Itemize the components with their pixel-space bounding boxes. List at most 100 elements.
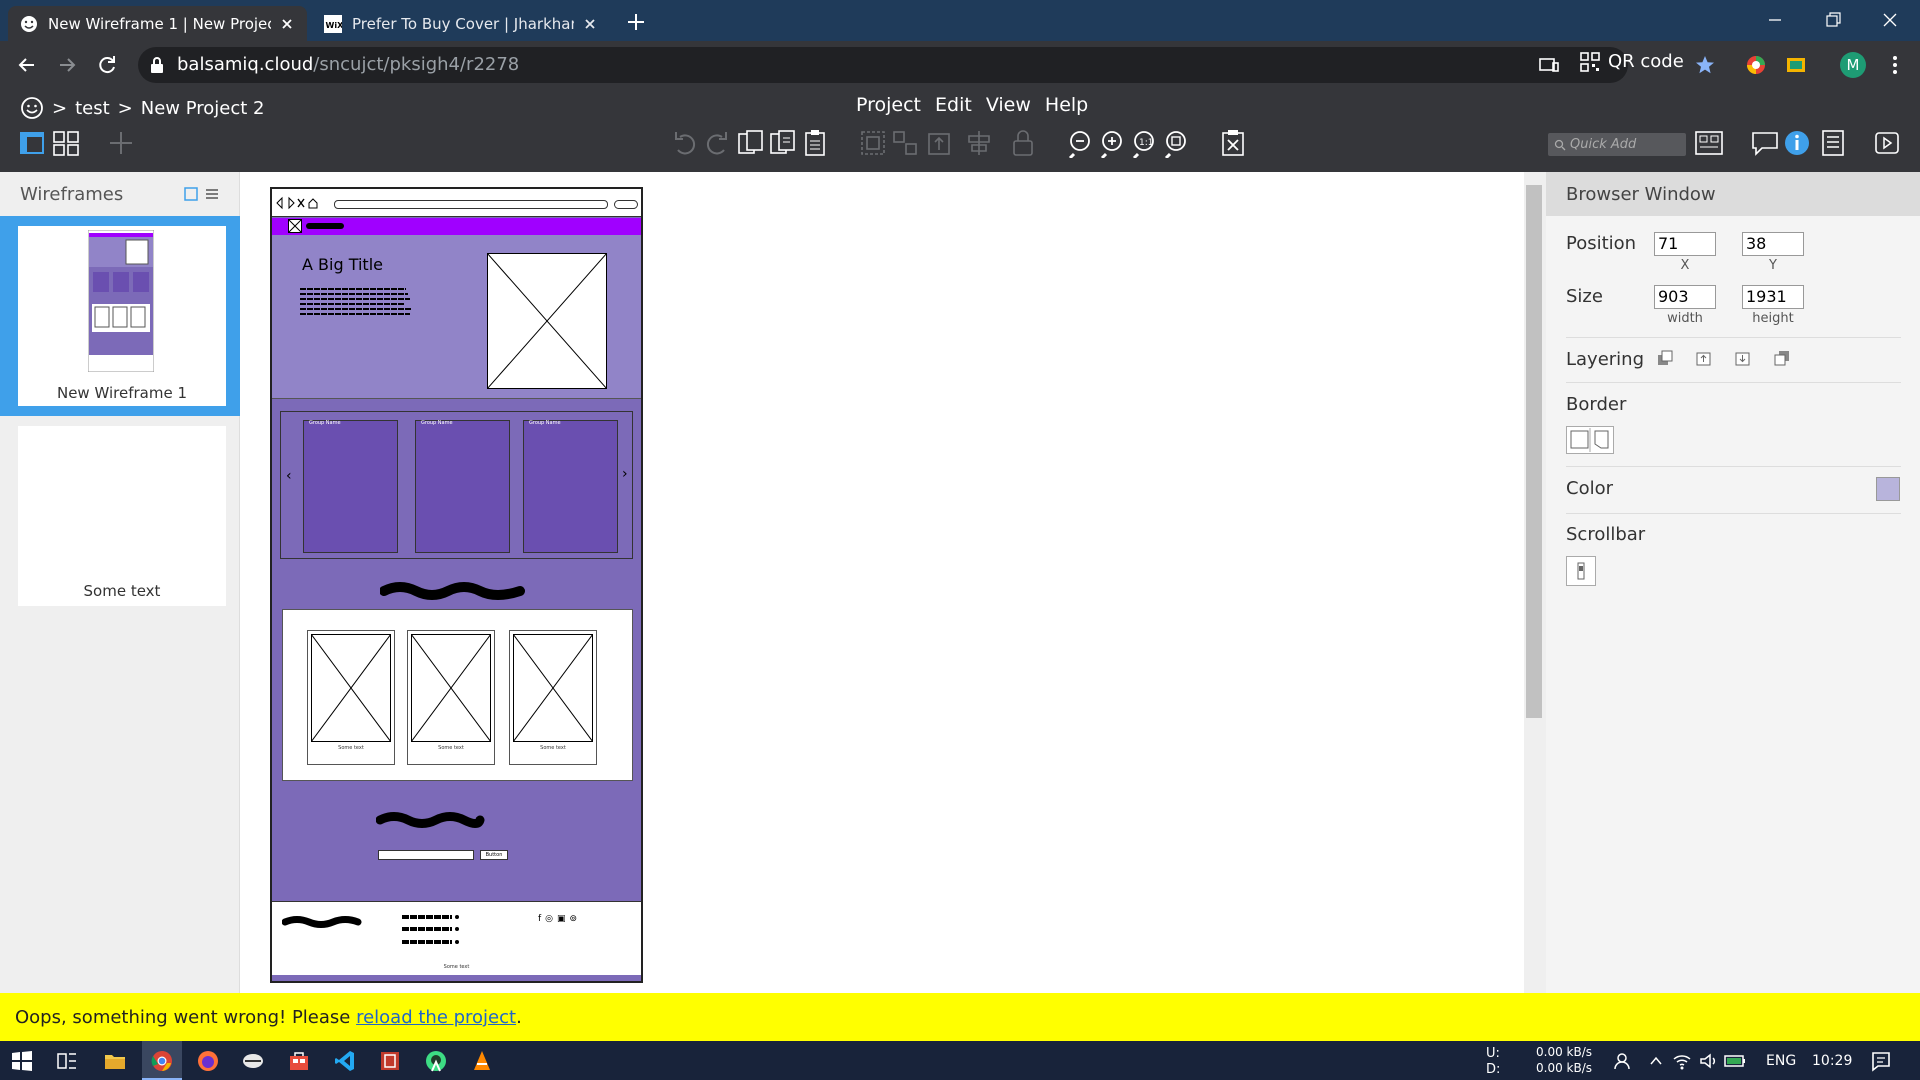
send-to-back-icon[interactable]: [1773, 349, 1791, 367]
menu-view[interactable]: View: [986, 94, 1031, 116]
window-close-icon[interactable]: [1875, 6, 1905, 34]
store-icon[interactable]: [287, 1049, 311, 1073]
tab-title: Prefer To Buy Cover | Jharkhand: [352, 14, 574, 33]
cut-icon[interactable]: [736, 128, 766, 158]
presentation-icon[interactable]: [1872, 128, 1902, 158]
position-y-input[interactable]: 38: [1742, 232, 1804, 256]
copy-icon[interactable]: [768, 128, 798, 158]
action-center-icon[interactable]: [1870, 1050, 1892, 1072]
redo-icon[interactable]: [702, 128, 732, 158]
language-indicator[interactable]: ENG: [1766, 1053, 1796, 1069]
add-icon[interactable]: [106, 128, 136, 158]
position-x-input[interactable]: 71: [1654, 232, 1716, 256]
back-icon[interactable]: [14, 52, 40, 78]
minimize-icon[interactable]: [1760, 6, 1790, 34]
arrange-icon[interactable]: [924, 128, 954, 158]
height-input[interactable]: 1931: [1742, 285, 1804, 309]
bookmark-star-icon[interactable]: [1694, 54, 1716, 76]
ungroup-icon[interactable]: [890, 128, 920, 158]
clear-clipboard-icon[interactable]: [1218, 128, 1248, 158]
wireframe-nav-bar: [272, 218, 641, 235]
send-backward-icon[interactable]: [1734, 349, 1752, 367]
qr-code-button[interactable]: QR code: [1580, 51, 1684, 72]
zoom-in-icon[interactable]: [1096, 128, 1126, 158]
comments-icon[interactable]: [1750, 128, 1780, 158]
url-text[interactable]: balsamiq.cloud/sncujct/pksigh4/r2278: [177, 54, 519, 75]
bring-to-front-icon[interactable]: [1656, 349, 1674, 367]
info-icon[interactable]: [1782, 128, 1812, 158]
tab-active[interactable]: New Wireframe 1 | New Project 2: [8, 6, 307, 41]
wireframe-preview-image: [88, 230, 154, 372]
breadcrumb-folder[interactable]: test: [75, 98, 110, 119]
firefox-icon[interactable]: [196, 1049, 220, 1073]
browser-window-wireframe[interactable]: A Big Title ‹ › Group Name Group Name Gr…: [270, 187, 643, 983]
zoom-actual-icon[interactable]: 1:1: [1128, 128, 1158, 158]
zoom-out-icon[interactable]: [1064, 128, 1094, 158]
menu-project[interactable]: Project: [856, 94, 921, 116]
tab-inactive[interactable]: WiX Prefer To Buy Cover | Jharkhand: [312, 6, 610, 41]
balsamiq-logo-icon[interactable]: [20, 96, 44, 120]
lock-item-icon[interactable]: [1008, 128, 1038, 158]
lock-icon[interactable]: [150, 57, 164, 73]
search-icon: [1554, 139, 1566, 150]
wireframe-card: Some text: [307, 630, 395, 765]
wireframe-group-box: Group Name: [303, 420, 398, 553]
close-icon[interactable]: [582, 16, 598, 32]
breadcrumb-project[interactable]: New Project 2: [141, 98, 265, 119]
reload-icon[interactable]: [94, 52, 120, 78]
thumbnail-view-icon[interactable]: [184, 187, 198, 201]
app-icon[interactable]: [241, 1049, 265, 1073]
task-view-icon[interactable]: [55, 1049, 79, 1073]
wireframe-hero: A Big Title: [272, 235, 641, 399]
error-banner: Oops, something went wrong! Please reloa…: [0, 993, 1920, 1041]
footer-links-scribble: [402, 915, 459, 944]
width-input[interactable]: 903: [1654, 285, 1716, 309]
extension-color-icon[interactable]: [1745, 54, 1767, 76]
notes-icon[interactable]: [1818, 128, 1848, 158]
clock[interactable]: 10:29: [1812, 1053, 1852, 1069]
single-view-icon[interactable]: [18, 128, 48, 158]
scrollbar-toggle-icon[interactable]: [1566, 556, 1596, 586]
wireframe-image-placeholder: [311, 634, 391, 742]
bring-forward-icon[interactable]: [1695, 349, 1713, 367]
undo-icon[interactable]: [670, 128, 700, 158]
ui-library-icon[interactable]: [1694, 128, 1724, 158]
align-icon[interactable]: [964, 128, 994, 158]
reload-project-link[interactable]: reload the project: [356, 1007, 516, 1028]
windows-start-icon[interactable]: [10, 1049, 34, 1073]
extension-slides-icon[interactable]: [1785, 54, 1807, 76]
vscode-icon[interactable]: [333, 1049, 357, 1073]
canvas-scrollbar-thumb[interactable]: [1526, 185, 1542, 718]
chevron-up-icon[interactable]: [1648, 1053, 1664, 1069]
paste-icon[interactable]: [800, 128, 830, 158]
volume-icon[interactable]: [1698, 1051, 1718, 1071]
group-icon[interactable]: [858, 128, 888, 158]
new-tab-icon[interactable]: [625, 11, 647, 33]
battery-icon[interactable]: [1724, 1051, 1746, 1071]
menu-edit[interactable]: Edit: [935, 94, 972, 116]
wireframe-thumbnail[interactable]: Some text: [18, 426, 226, 606]
menu-help[interactable]: Help: [1045, 94, 1088, 116]
more-menu-icon[interactable]: [1884, 54, 1906, 76]
wireframe-scribble: [306, 223, 344, 229]
app-red-icon[interactable]: [378, 1049, 402, 1073]
wireframe-thumbnail-selected[interactable]: New Wireframe 1: [0, 216, 240, 416]
android-studio-icon[interactable]: [424, 1049, 448, 1073]
file-explorer-icon[interactable]: [103, 1049, 127, 1073]
restore-icon[interactable]: [1818, 6, 1848, 34]
footer-social-icons: f ◎ ▣ ⊚: [538, 914, 577, 924]
carousel-next-icon: ›: [622, 466, 628, 482]
forward-icon[interactable]: [54, 52, 80, 78]
cast-icon[interactable]: [1538, 54, 1560, 76]
vlc-icon[interactable]: [470, 1049, 494, 1073]
profile-avatar[interactable]: M: [1840, 52, 1866, 78]
zoom-fit-icon[interactable]: [1160, 128, 1190, 158]
people-icon[interactable]: [1614, 1051, 1634, 1071]
color-swatch[interactable]: [1876, 477, 1900, 501]
wifi-icon[interactable]: [1672, 1051, 1692, 1071]
quick-add-input[interactable]: Quick Add: [1548, 133, 1686, 156]
list-view-icon[interactable]: [205, 187, 219, 201]
grid-view-icon[interactable]: [52, 128, 82, 158]
border-style-icon[interactable]: [1566, 426, 1614, 454]
close-icon[interactable]: [279, 16, 295, 32]
